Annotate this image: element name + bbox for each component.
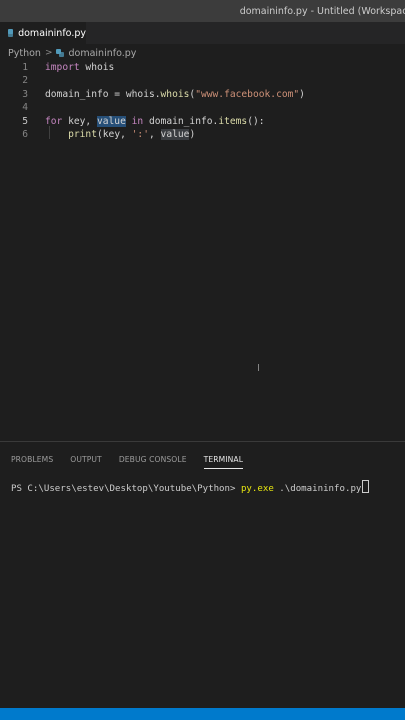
code-token: ():	[247, 115, 265, 127]
code-token: whois	[79, 62, 115, 73]
panel-tab-bar: PROBLEMS OUTPUT DEBUG CONSOLE TERMINAL	[11, 455, 244, 469]
code-token: value	[96, 115, 126, 127]
code-text: domain_info = whois.whois("www.facebook.…	[45, 88, 305, 101]
code-editor[interactable]: 1 import whois 2 3 domain_info = whois.whois…	[0, 61, 405, 441]
code-token: "www.facebook.com"	[195, 88, 300, 100]
code-line[interactable]: 5 for key, value in domain_info.items():	[0, 115, 405, 128]
code-token: items	[218, 115, 248, 127]
terminal-prompt: PS C:\Users\estev\Desktop\Youtube\Python…	[11, 484, 241, 494]
title-bar: domaininfo.py - Untitled (Workspace)	[0, 0, 405, 22]
code-line[interactable]: 4	[0, 101, 405, 114]
line-number: 4	[22, 102, 28, 114]
code-text: print(key, ':', value)	[45, 128, 195, 141]
line-number: 1	[22, 62, 28, 73]
code-token: ':'	[131, 129, 149, 140]
terminal-args: .\domaininfo.py	[273, 484, 362, 494]
line-number: 3	[22, 88, 28, 100]
python-file-icon	[56, 49, 65, 57]
code-token: key,	[62, 115, 97, 127]
code-token: for	[45, 115, 63, 127]
code-token: value	[160, 129, 190, 140]
code-line[interactable]: 6 print(key, ':', value)	[0, 128, 405, 141]
code-line[interactable]: 2	[0, 74, 405, 87]
line-number: 2	[22, 75, 28, 87]
chevron-right-icon: >	[44, 48, 53, 58]
line-number: 6	[22, 129, 28, 140]
code-line[interactable]: 3 domain_info = whois.whois("www.facebook…	[0, 88, 405, 101]
terminal[interactable]: PS C:\Users\estev\Desktop\Youtube\Python…	[11, 480, 370, 494]
mouse-ibeam-icon: I	[257, 363, 260, 374]
terminal-command: py.exe	[240, 484, 274, 494]
window-title: domaininfo.py - Untitled (Workspace)	[239, 5, 405, 17]
breadcrumb: Python > domaininfo.py	[0, 44, 405, 62]
code-token: ,	[148, 129, 161, 140]
breadcrumb-item-file[interactable]: domaininfo.py	[68, 48, 136, 59]
tab-terminal[interactable]: TERMINAL	[203, 455, 244, 469]
code-token: in	[131, 115, 144, 127]
terminal-cursor	[362, 480, 370, 493]
editor-tab-bar: domaininfo.py	[0, 22, 405, 44]
code-text: import whois	[45, 61, 114, 74]
breadcrumb-item-python[interactable]: Python	[8, 48, 41, 59]
tab-output[interactable]: OUTPUT	[70, 455, 102, 469]
tab-problems[interactable]: PROBLEMS	[11, 455, 53, 469]
tab-debug-console[interactable]: DEBUG CONSOLE	[119, 455, 187, 469]
status-bar	[0, 708, 405, 720]
code-line[interactable]: 1 import whois	[0, 61, 405, 74]
code-token: domain_info = whois.	[45, 88, 161, 100]
code-token: print	[68, 129, 97, 140]
python-file-icon	[8, 29, 14, 37]
code-text: for key, value in domain_info.items():	[45, 115, 265, 128]
bottom-panel: PROBLEMS OUTPUT DEBUG CONSOLE TERMINAL P…	[0, 442, 405, 708]
code-token: )	[299, 88, 305, 100]
code-token: domain_info.	[143, 115, 219, 127]
code-token: )	[189, 129, 196, 140]
tab-label: domaininfo.py	[18, 27, 86, 39]
code-token: whois	[160, 88, 190, 100]
line-number: 5	[22, 115, 28, 127]
tab-domaininfo[interactable]: domaininfo.py	[0, 22, 86, 44]
code-token: (key,	[97, 129, 132, 140]
code-token: import	[45, 62, 80, 73]
